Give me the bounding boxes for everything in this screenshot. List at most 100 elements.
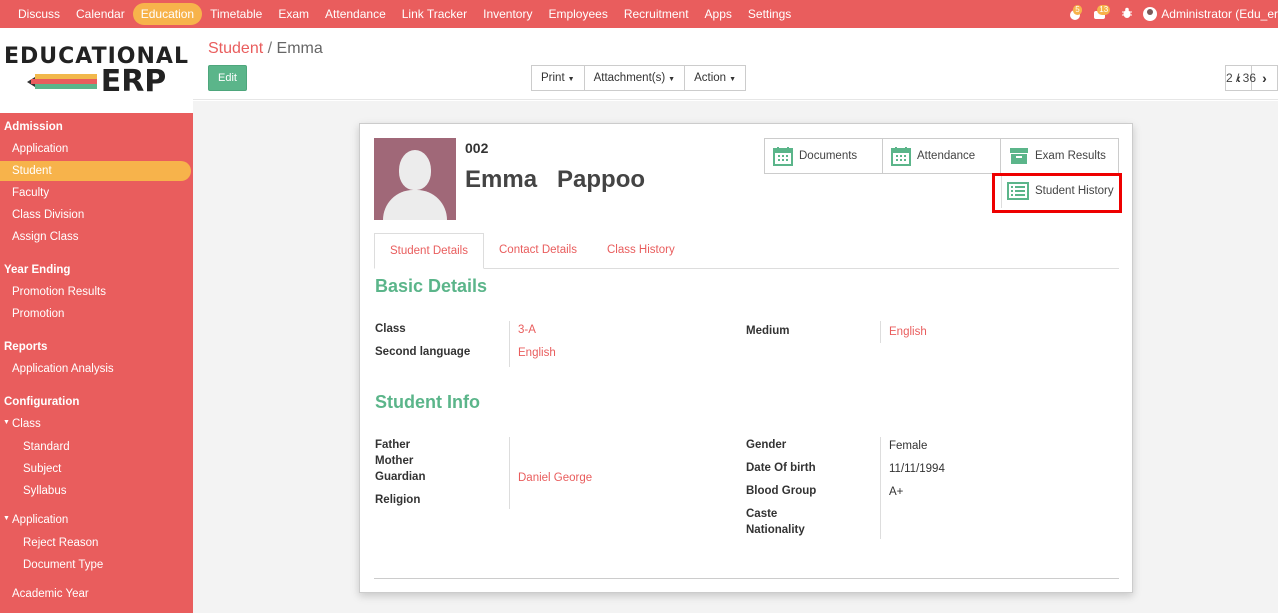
menu-education[interactable]: Education	[132, 3, 203, 25]
sidebar-item-application[interactable]: Application	[0, 139, 191, 159]
label-blood-group: Blood Group	[746, 485, 817, 497]
label-nationality: Nationality	[746, 524, 805, 536]
sidebar-item-application-analysis[interactable]: Application Analysis	[0, 359, 191, 379]
user-name: Administrator (Edu_er	[1161, 6, 1278, 21]
sidebar-item-faculty[interactable]: Faculty	[0, 183, 191, 203]
caret-down-icon: ▼	[668, 76, 676, 83]
chevron-right-icon: ›	[1262, 70, 1267, 86]
list-icon	[1007, 182, 1029, 200]
main-menu: Discuss Calendar Education Timetable Exa…	[0, 3, 799, 25]
menu-discuss[interactable]: Discuss	[10, 3, 68, 25]
sidebar-item-promotion-results[interactable]: Promotion Results	[0, 282, 191, 302]
menu-timetable[interactable]: Timetable	[202, 3, 270, 25]
sidebar-item-academic-year[interactable]: Academic Year	[0, 584, 191, 604]
menu-link-tracker[interactable]: Link Tracker	[394, 3, 475, 25]
calendar-icon	[891, 147, 911, 166]
menu-exam[interactable]: Exam	[270, 3, 317, 25]
sidebar-item-subject[interactable]: Subject	[0, 459, 191, 479]
form-sheet: 002 Emma Pappoo Documents Attendance Exa…	[359, 123, 1133, 593]
student-name: Emma Pappoo	[465, 166, 646, 193]
label-date-of-birth: Date Of birth	[746, 462, 816, 474]
bug-icon[interactable]	[1121, 7, 1133, 22]
menu-apps[interactable]: Apps	[697, 3, 740, 25]
menu-attendance[interactable]: Attendance	[317, 3, 394, 25]
user-avatar	[1143, 7, 1158, 22]
sidebar-actions: Print ▼ Attachment(s) ▼ Action ▼	[531, 65, 747, 91]
section-title-student-info: Student Info	[375, 392, 480, 412]
value-date-of-birth: 11/11/1994	[889, 463, 945, 475]
label-guardian: Guardian	[375, 471, 426, 483]
attendance-button[interactable]: Attendance	[883, 139, 1001, 173]
archive-icon	[1010, 148, 1028, 164]
student-id: 002	[465, 140, 489, 156]
menu-inventory[interactable]: Inventory	[475, 3, 540, 25]
form-view: 002 Emma Pappoo Documents Attendance Exa…	[193, 101, 1278, 613]
pager-value[interactable]: 2 / 36	[1226, 71, 1256, 85]
notebook-tabs: Student Details Contact Details Class Hi…	[374, 233, 1119, 269]
logo-line-2: ERP	[100, 63, 167, 99]
edit-button[interactable]: Edit	[208, 65, 247, 91]
tab-contact-details[interactable]: Contact Details	[484, 233, 592, 268]
activity-icon[interactable]: 13	[1093, 5, 1111, 21]
button-box: Documents Attendance Exam Results	[764, 138, 1119, 174]
breadcrumb: Student / Emma	[208, 40, 323, 58]
tab-class-history[interactable]: Class History	[592, 233, 690, 268]
student-history-button[interactable]: Student History	[1001, 174, 1119, 208]
sidebar-item-class-division[interactable]: Class Division	[0, 205, 191, 225]
attachments-dropdown[interactable]: Attachment(s) ▼	[583, 65, 686, 91]
section-title-basic-details: Basic Details	[375, 276, 488, 296]
sidebar-item-student[interactable]: Student	[0, 161, 191, 181]
menu-calendar[interactable]: Calendar	[68, 3, 133, 25]
calendar-icon	[773, 147, 793, 166]
chat-count: 5	[1073, 5, 1082, 15]
activity-count: 13	[1097, 5, 1111, 15]
app-logo[interactable]: EDUCATIONAL ERP	[0, 28, 193, 113]
print-dropdown[interactable]: Print ▼	[531, 65, 585, 91]
breadcrumb-separator: /	[267, 40, 273, 57]
breadcrumb-student[interactable]: Student	[208, 40, 263, 57]
chat-icon[interactable]: 5	[1069, 5, 1083, 21]
value-class[interactable]: 3-A	[518, 324, 536, 336]
sidebar-heading-admission: Admission	[4, 121, 63, 133]
student-photo[interactable]	[374, 138, 456, 220]
documents-button[interactable]: Documents	[765, 139, 883, 173]
sidebar-heading-configuration: Configuration	[4, 396, 80, 408]
top-navbar: Discuss Calendar Education Timetable Exa…	[0, 0, 1278, 28]
sidebar-item-document-type[interactable]: Document Type	[0, 555, 191, 575]
label-medium: Medium	[746, 325, 790, 337]
action-dropdown[interactable]: Action ▼	[684, 65, 747, 91]
label-religion: Religion	[375, 494, 421, 506]
sidebar-heading-year-ending: Year Ending	[4, 264, 71, 276]
sidebar-item-syllabus[interactable]: Syllabus	[0, 481, 191, 501]
breadcrumb-current: Emma	[276, 40, 323, 57]
sidebar-item-class[interactable]: Class	[0, 414, 191, 434]
menu-settings[interactable]: Settings	[740, 3, 799, 25]
control-panel: Student / Emma Edit Print ▼ Attachment(s)…	[193, 28, 1278, 100]
pencil-icon	[26, 73, 97, 90]
sidebar-item-application-group[interactable]: Application	[0, 510, 191, 530]
sidebar-item-assign-class[interactable]: Assign Class	[0, 227, 191, 247]
user-menu[interactable]: Administrator (Edu_er	[1143, 7, 1278, 22]
caret-down-icon: ▼	[729, 76, 737, 83]
value-guardian[interactable]: Daniel George	[518, 472, 592, 484]
value-second-language[interactable]: English	[518, 347, 556, 359]
pager: 2 / 36 ‹ ›	[1225, 65, 1278, 91]
label-class: Class	[375, 323, 406, 335]
systray: 5 13 Administrator (Edu_er	[1069, 0, 1278, 28]
value-gender: Female	[889, 440, 928, 452]
caret-down-icon: ▼	[567, 76, 575, 83]
label-father: Father	[375, 439, 411, 451]
sidebar-item-reject-reason[interactable]: Reject Reason	[0, 533, 191, 553]
tab-student-details[interactable]: Student Details	[374, 233, 484, 269]
value-medium[interactable]: English	[889, 326, 927, 338]
label-second-language: Second language	[375, 346, 471, 358]
sidebar: Admission Application Student Faculty Cl…	[0, 113, 193, 613]
label-mother: Mother	[375, 455, 414, 467]
sidebar-item-promotion[interactable]: Promotion	[0, 304, 191, 324]
menu-employees[interactable]: Employees	[540, 3, 615, 25]
sidebar-item-standard[interactable]: Standard	[0, 437, 191, 457]
label-caste: Caste	[746, 508, 778, 520]
menu-recruitment[interactable]: Recruitment	[616, 3, 697, 25]
divider	[374, 578, 1119, 579]
exam-results-button[interactable]: Exam Results	[1001, 139, 1118, 173]
